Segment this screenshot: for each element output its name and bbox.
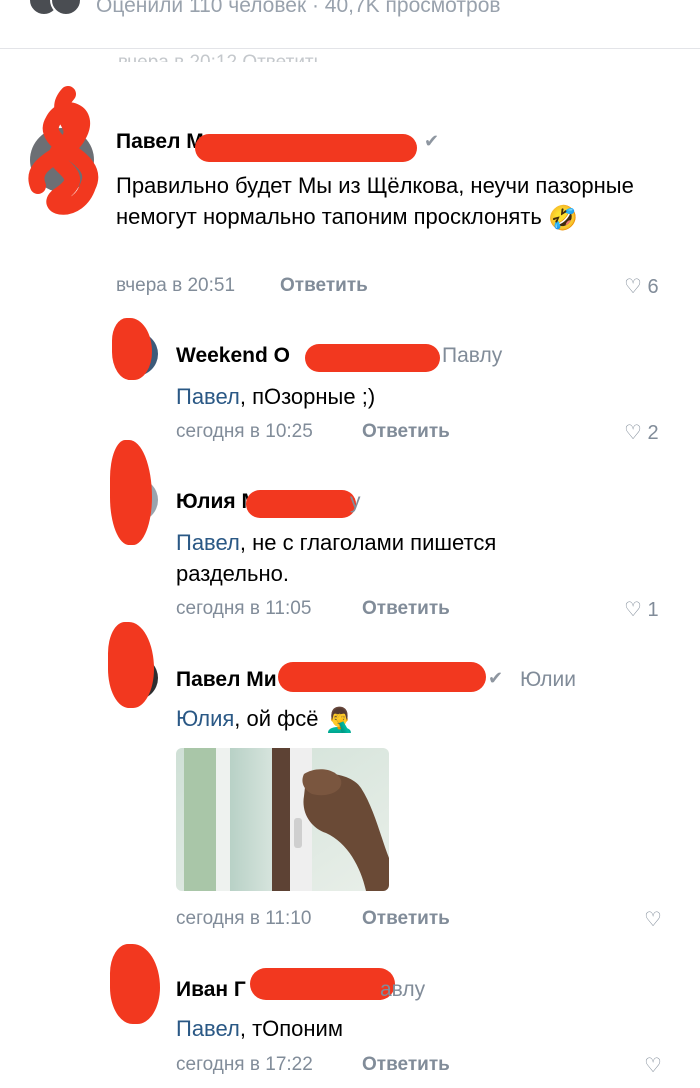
comment-time: сегодня в 11:05 <box>176 598 312 619</box>
photo-window-handle <box>176 748 389 891</box>
reply-to-label[interactable]: у <box>350 490 361 514</box>
like-button[interactable]: ♡ 2 <box>624 420 659 445</box>
redaction-scribble <box>108 622 154 708</box>
like-button[interactable]: ♡ 1 <box>624 597 659 622</box>
comment-text-body: , ой фсё <box>234 706 319 731</box>
comment-author[interactable]: Павел Ми <box>176 668 277 692</box>
check-icon: ✔ <box>488 668 504 688</box>
comment-time: сегодня в 11:10 <box>176 908 312 929</box>
heart-outline-icon: ♡ <box>644 909 662 931</box>
redaction-scribble <box>112 318 152 380</box>
comment-text: Павел, не с глаголами пишется раздельно. <box>176 527 606 589</box>
reply-button[interactable]: Ответить <box>362 908 450 930</box>
reply-button[interactable]: Ответить <box>362 1054 450 1076</box>
like-count: 6 <box>647 276 659 298</box>
mention-link[interactable]: Павел <box>176 1016 240 1041</box>
redaction-scribble <box>110 440 152 545</box>
comment-author[interactable]: Павел М <box>116 130 204 154</box>
redaction-bar <box>305 344 440 372</box>
reply-button[interactable]: Ответить <box>362 598 450 620</box>
comment-time: сегодня в 10:25 <box>176 421 313 442</box>
likes-summary-bar: Оценили 110 человек · 40,7K просмотров <box>0 0 700 49</box>
redaction-bar <box>250 968 395 1000</box>
comment-text: Юлия, ой фсё 🤦‍♂️ <box>176 703 606 734</box>
redaction-scribble <box>28 86 99 215</box>
redaction-bar <box>278 662 486 692</box>
like-button[interactable]: ♡ <box>644 907 662 932</box>
comment-time: сегодня в 17:22 <box>176 1054 313 1075</box>
comment-author[interactable]: Weekend O <box>176 344 290 368</box>
like-count: 1 <box>647 599 659 621</box>
reply-to-label[interactable]: Павлу <box>442 344 502 368</box>
like-button[interactable]: ♡ 6 <box>624 274 659 299</box>
redaction-bar <box>195 134 417 162</box>
reply-button[interactable]: Ответить <box>280 275 368 297</box>
like-button[interactable]: ♡ <box>644 1053 662 1078</box>
reply-to-label[interactable]: Юлии <box>520 668 576 692</box>
heart-outline-icon: ♡ <box>644 1055 662 1077</box>
heart-outline-icon: ♡ <box>624 276 642 298</box>
comment-text: Павел, пОзорные ;) <box>176 381 656 412</box>
mention-link[interactable]: Юлия <box>176 706 234 731</box>
like-count: 2 <box>647 422 659 444</box>
rofl-emoji: 🤣 <box>547 205 578 232</box>
heart-outline-icon: ♡ <box>624 599 642 621</box>
comment-text-body: , пОзорные ;) <box>239 384 376 409</box>
mention-link[interactable]: Павел <box>176 530 240 555</box>
mention-link[interactable]: Павел <box>176 384 240 409</box>
comment-author[interactable]: Иван Г <box>176 978 246 1002</box>
comment-text: Правильно будет Мы из Щёлкова, неучи паз… <box>116 170 656 232</box>
reply-button[interactable]: Ответить <box>362 421 450 443</box>
avatar <box>50 0 82 16</box>
previous-comment-meta: вчера в 20:12 Ответить <box>118 52 324 73</box>
reply-to-label[interactable]: авлу <box>380 978 425 1002</box>
likes-views-summary: Оценили 110 человек · 40,7K просмотров <box>96 0 501 17</box>
redaction-bar <box>246 490 356 518</box>
check-icon: ✔ <box>424 131 440 151</box>
attached-photo[interactable] <box>176 748 389 891</box>
facepalm-emoji: 🤦‍♂️ <box>324 707 355 734</box>
comment-time: вчера в 20:51 <box>116 275 236 296</box>
comment-text-body: , тОпоним <box>239 1016 343 1041</box>
redaction-scribble <box>110 944 160 1024</box>
comment-text: Павел, тОпоним <box>176 1013 606 1044</box>
liked-by-avatars[interactable] <box>28 0 84 16</box>
heart-outline-icon: ♡ <box>624 422 642 444</box>
